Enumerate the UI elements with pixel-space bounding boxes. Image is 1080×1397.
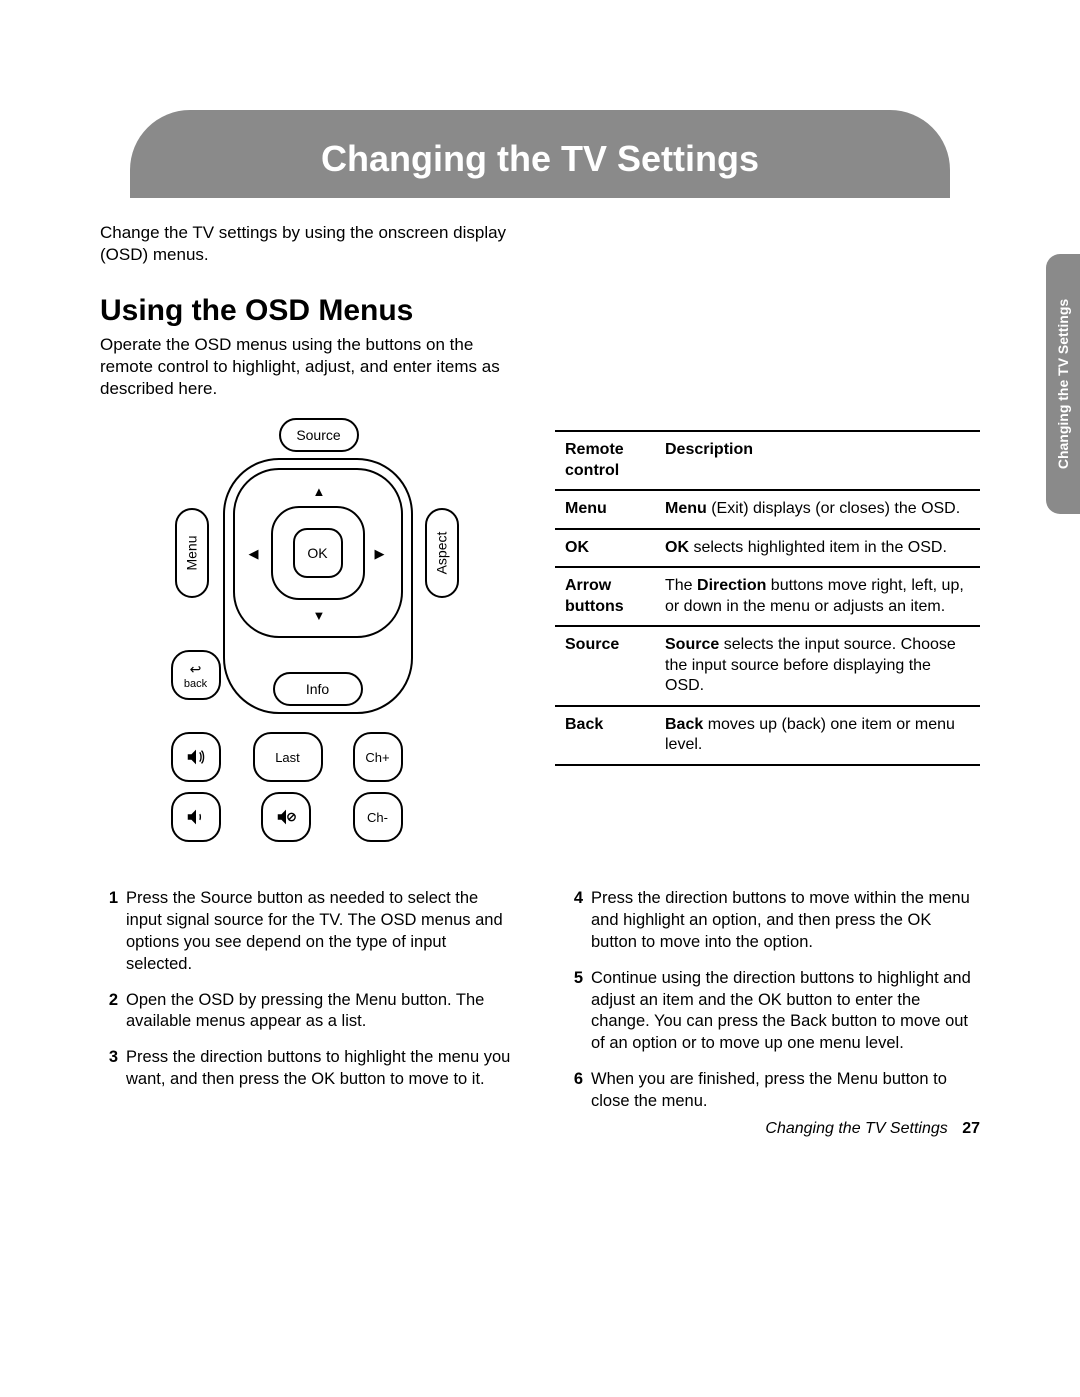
table-row: Arrow buttonsThe Direction buttons move … bbox=[555, 567, 980, 626]
arrow-down-icon: ▼ bbox=[313, 608, 326, 623]
table-row: SourceSource selects the input source. C… bbox=[555, 626, 980, 705]
table-desc: Back moves up (back) one item or menu le… bbox=[655, 706, 980, 765]
menu-button: Menu bbox=[175, 508, 209, 598]
table-key: Back bbox=[555, 706, 655, 765]
last-button: Last bbox=[253, 732, 323, 782]
step-number: 4 bbox=[565, 888, 583, 953]
step-item: 2Open the OSD by pressing the Menu butto… bbox=[100, 990, 515, 1034]
step-item: 6When you are finished, press the Menu b… bbox=[565, 1069, 980, 1113]
table-key: Arrow buttons bbox=[555, 567, 655, 626]
table-key: Source bbox=[555, 626, 655, 705]
arrow-up-icon: ▲ bbox=[313, 484, 326, 499]
page-footer: Changing the TV Settings 27 bbox=[765, 1120, 980, 1138]
back-arrow-icon: ↩ bbox=[190, 661, 202, 678]
step-number: 5 bbox=[565, 968, 583, 1055]
speaker-low-icon bbox=[185, 806, 207, 828]
speaker-loud-icon bbox=[185, 746, 207, 768]
step-number: 6 bbox=[565, 1069, 583, 1113]
side-tab: Changing the TV Settings bbox=[1046, 254, 1080, 514]
source-button: Source bbox=[279, 418, 359, 452]
steps-right-column: 4Press the direction buttons to move wit… bbox=[565, 888, 980, 1126]
step-item: 4Press the direction buttons to move wit… bbox=[565, 888, 980, 953]
intro-text: Change the TV settings by using the onsc… bbox=[100, 222, 530, 266]
channel-up-button: Ch+ bbox=[353, 732, 403, 782]
step-item: 5Continue using the direction buttons to… bbox=[565, 968, 980, 1055]
speaker-mute-icon bbox=[275, 806, 297, 828]
table-key: Menu bbox=[555, 490, 655, 528]
volume-down-button bbox=[171, 792, 221, 842]
step-number: 1 bbox=[100, 888, 118, 975]
step-text: Open the OSD by pressing the Menu button… bbox=[126, 990, 515, 1034]
arrow-left-icon: ◀ bbox=[249, 546, 259, 562]
mute-button bbox=[261, 792, 311, 842]
footer-chapter: Changing the TV Settings bbox=[765, 1120, 947, 1137]
section-description: Operate the OSD menus using the buttons … bbox=[100, 334, 520, 400]
steps-left-column: 1Press the Source button as needed to se… bbox=[100, 888, 515, 1126]
table-row: OKOK selects highlighted item in the OSD… bbox=[555, 529, 980, 567]
remote-diagram: Source OK ▲ ▼ ◀ ▶ Menu Aspect ↩ back bbox=[153, 418, 453, 848]
table-row: MenuMenu (Exit) displays (or closes) the… bbox=[555, 490, 980, 528]
back-button: ↩ back bbox=[171, 650, 221, 700]
table-desc: Menu (Exit) displays (or closes) the OSD… bbox=[655, 490, 980, 528]
section-heading: Using the OSD Menus bbox=[100, 294, 980, 328]
table-desc: OK selects highlighted item in the OSD. bbox=[655, 529, 980, 567]
table-header-remote: Remote control bbox=[555, 431, 655, 490]
step-number: 2 bbox=[100, 990, 118, 1034]
table-header-description: Description bbox=[655, 431, 980, 490]
page-title-banner: Changing the TV Settings bbox=[130, 110, 950, 198]
description-table: Remote control Description MenuMenu (Exi… bbox=[555, 430, 980, 765]
table-desc: Source selects the input source. Choose … bbox=[655, 626, 980, 705]
info-button: Info bbox=[273, 672, 363, 706]
table-row: BackBack moves up (back) one item or men… bbox=[555, 706, 980, 765]
footer-page-number: 27 bbox=[962, 1120, 980, 1137]
arrow-right-icon: ▶ bbox=[375, 546, 385, 562]
step-item: 1Press the Source button as needed to se… bbox=[100, 888, 515, 975]
table-key: OK bbox=[555, 529, 655, 567]
step-text: Continue using the direction buttons to … bbox=[591, 968, 980, 1055]
volume-up-button bbox=[171, 732, 221, 782]
step-text: When you are finished, press the Menu bu… bbox=[591, 1069, 980, 1113]
ok-button: OK bbox=[293, 528, 343, 578]
step-number: 3 bbox=[100, 1047, 118, 1091]
aspect-button: Aspect bbox=[425, 508, 459, 598]
step-item: 3Press the direction buttons to highligh… bbox=[100, 1047, 515, 1091]
step-text: Press the direction buttons to highlight… bbox=[126, 1047, 515, 1091]
table-desc: The Direction buttons move right, left, … bbox=[655, 567, 980, 626]
step-text: Press the direction buttons to move with… bbox=[591, 888, 980, 953]
channel-down-button: Ch- bbox=[353, 792, 403, 842]
step-text: Press the Source button as needed to sel… bbox=[126, 888, 515, 975]
